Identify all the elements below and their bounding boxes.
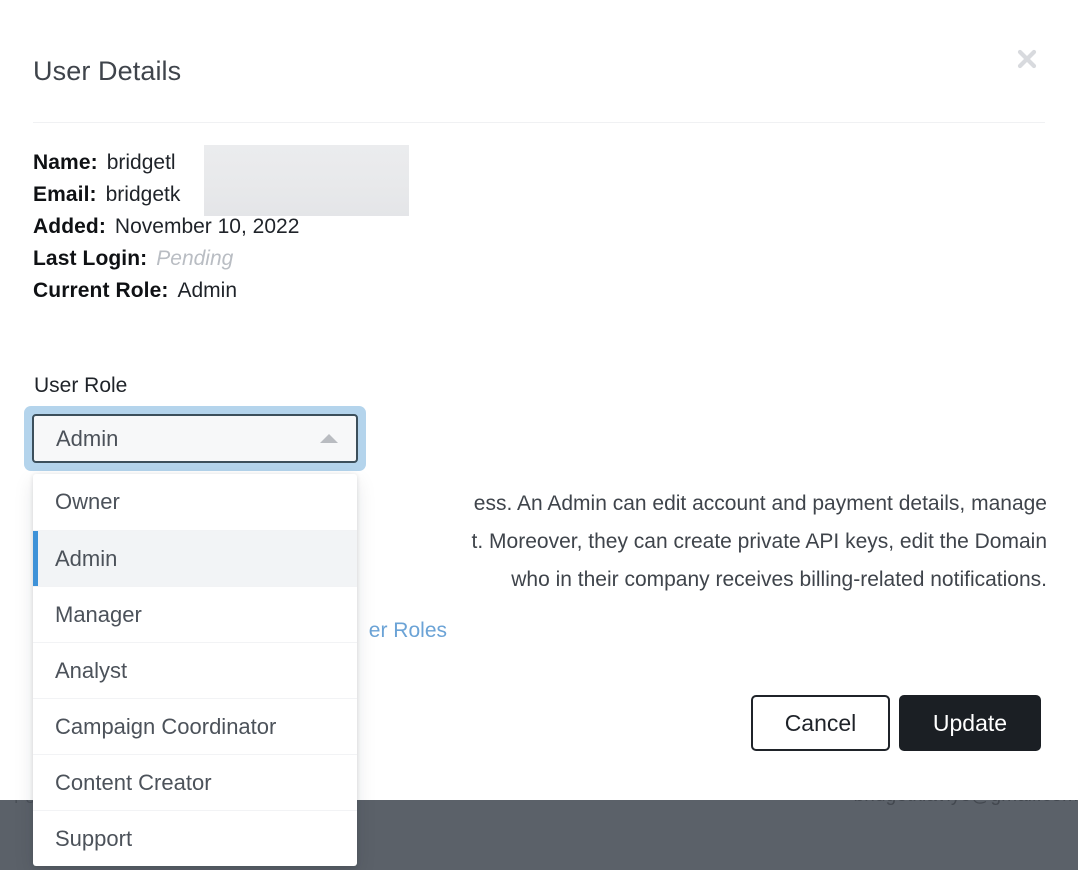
header-divider bbox=[33, 122, 1045, 123]
detail-label: Last Login: bbox=[33, 243, 147, 275]
detail-label: Current Role: bbox=[33, 275, 168, 307]
option-content-creator[interactable]: Content Creator bbox=[33, 754, 357, 810]
caret-up-icon[interactable] bbox=[320, 434, 338, 443]
detail-value: bridgetl bbox=[107, 147, 176, 179]
redaction-overlay bbox=[204, 145, 409, 216]
option-label: Support bbox=[55, 826, 132, 852]
option-support[interactable]: Support bbox=[33, 810, 357, 866]
option-label: Owner bbox=[55, 489, 120, 515]
detail-row-current-role: Current Role: Admin bbox=[33, 275, 653, 307]
option-label: Campaign Coordinator bbox=[55, 714, 276, 740]
page-title: User Details bbox=[33, 56, 181, 87]
detail-label: Name: bbox=[33, 147, 98, 179]
detail-value: Admin bbox=[177, 275, 237, 307]
screen: Pe bridgetklaviyo@gmail.com User Details… bbox=[0, 0, 1078, 870]
option-label: Manager bbox=[55, 602, 142, 628]
option-label: Content Creator bbox=[55, 770, 212, 796]
option-manager[interactable]: Manager bbox=[33, 586, 357, 642]
option-owner[interactable]: Owner bbox=[33, 474, 357, 530]
update-button[interactable]: Update bbox=[899, 695, 1041, 751]
user-details-modal: User Details Name: bridgetl Email: bridg… bbox=[0, 0, 1078, 800]
option-campaign-coordinator[interactable]: Campaign Coordinator bbox=[33, 698, 357, 754]
user-role-select-control[interactable]: Admin bbox=[32, 414, 358, 463]
user-role-select[interactable]: Admin bbox=[24, 406, 366, 471]
option-admin[interactable]: Admin bbox=[33, 530, 357, 586]
user-role-option-list[interactable]: Owner Admin Manager Analyst Campaign Coo… bbox=[33, 474, 357, 866]
detail-label: Email: bbox=[33, 179, 97, 211]
user-role-selected-value: Admin bbox=[56, 426, 320, 452]
option-label: Admin bbox=[55, 546, 117, 572]
detail-value: bridgetk bbox=[106, 179, 181, 211]
detail-value: Pending bbox=[156, 243, 233, 275]
detail-row-last-login: Last Login: Pending bbox=[33, 243, 653, 275]
close-icon[interactable] bbox=[1012, 44, 1042, 74]
option-label: Analyst bbox=[55, 658, 127, 684]
cancel-button[interactable]: Cancel bbox=[751, 695, 890, 751]
user-role-label: User Role bbox=[34, 374, 127, 398]
option-analyst[interactable]: Analyst bbox=[33, 642, 357, 698]
detail-label: Added: bbox=[33, 211, 106, 243]
